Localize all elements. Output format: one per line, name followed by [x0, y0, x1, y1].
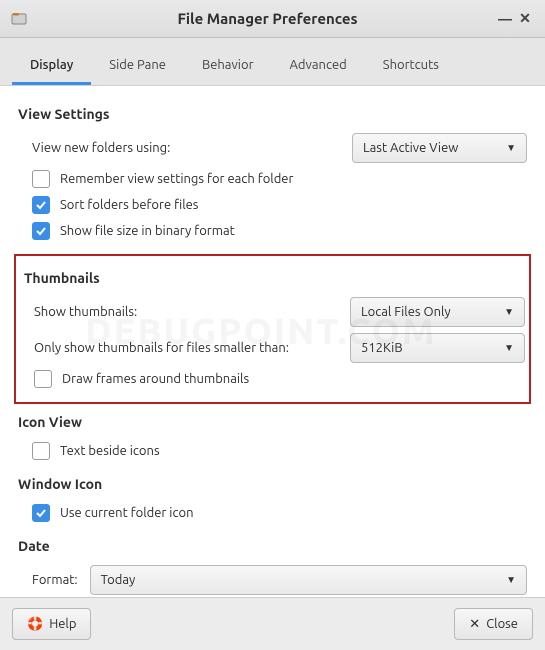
help-button[interactable]: 🛟 Help — [12, 608, 91, 640]
tabbar: Display Side Pane Behavior Advanced Shor… — [0, 38, 545, 86]
thumbnail-size-label: Only show thumbnails for files smaller t… — [34, 341, 289, 355]
help-button-label: Help — [49, 617, 76, 631]
icon-view-heading: Icon View — [18, 414, 527, 430]
footer: 🛟 Help ✕ Close — [0, 597, 545, 650]
date-heading: Date — [18, 538, 527, 554]
tab-behavior[interactable]: Behavior — [184, 48, 272, 85]
thumbnails-heading: Thumbnails — [24, 270, 525, 286]
use-current-folder-checkbox[interactable] — [32, 504, 50, 522]
window-title: File Manager Preferences — [40, 10, 495, 27]
chevron-down-icon: ▼ — [504, 306, 514, 318]
remember-view-checkbox[interactable] — [32, 170, 50, 188]
sort-folders-checkbox[interactable] — [32, 196, 50, 214]
binary-size-label: Show file size in binary format — [60, 224, 235, 238]
date-format-select[interactable]: Today ▼ — [90, 565, 527, 595]
tab-side-pane[interactable]: Side Pane — [91, 48, 184, 85]
close-button-label: Close — [486, 617, 518, 631]
binary-size-checkbox[interactable] — [32, 222, 50, 240]
text-beside-checkbox[interactable] — [32, 442, 50, 460]
date-format-value: Today — [101, 573, 136, 587]
show-thumbnails-value: Local Files Only — [361, 305, 451, 319]
chevron-down-icon: ▼ — [504, 342, 514, 354]
thumbnail-size-value: 512KiB — [361, 341, 403, 355]
show-thumbnails-select[interactable]: Local Files Only ▼ — [350, 297, 525, 327]
view-new-folders-select[interactable]: Last Active View ▼ — [352, 133, 527, 163]
text-beside-label: Text beside icons — [60, 444, 160, 458]
chevron-down-icon: ▼ — [506, 574, 516, 586]
show-thumbnails-label: Show thumbnails: — [34, 305, 137, 319]
view-new-folders-value: Last Active View — [363, 141, 458, 155]
content-area: DEBUGPOINT.COM View Settings View new fo… — [0, 86, 545, 597]
remember-view-label: Remember view settings for each folder — [60, 172, 293, 186]
view-new-folders-label: View new folders using: — [32, 141, 170, 155]
tab-shortcuts[interactable]: Shortcuts — [365, 48, 457, 85]
thumbnail-size-select[interactable]: 512KiB ▼ — [350, 333, 525, 363]
date-format-label: Format: — [32, 573, 78, 587]
minimize-button[interactable]: — — [495, 11, 515, 27]
sort-folders-label: Sort folders before files — [60, 198, 198, 212]
close-window-button[interactable]: ✕ — [515, 10, 535, 27]
help-icon: 🛟 — [27, 617, 43, 632]
thumbnails-highlight: Thumbnails Show thumbnails: Local Files … — [14, 254, 531, 404]
window-icon-heading: Window Icon — [18, 476, 527, 492]
tab-display[interactable]: Display — [12, 48, 91, 85]
close-icon: ✕ — [469, 617, 480, 632]
use-current-folder-label: Use current folder icon — [60, 506, 194, 520]
tab-advanced[interactable]: Advanced — [272, 48, 365, 85]
draw-frames-label: Draw frames around thumbnails — [62, 372, 249, 386]
app-icon — [10, 10, 28, 28]
titlebar: File Manager Preferences — ✕ — [0, 0, 545, 38]
draw-frames-checkbox[interactable] — [34, 370, 52, 388]
view-settings-heading: View Settings — [18, 106, 527, 122]
chevron-down-icon: ▼ — [506, 142, 516, 154]
close-button[interactable]: ✕ Close — [454, 608, 533, 640]
